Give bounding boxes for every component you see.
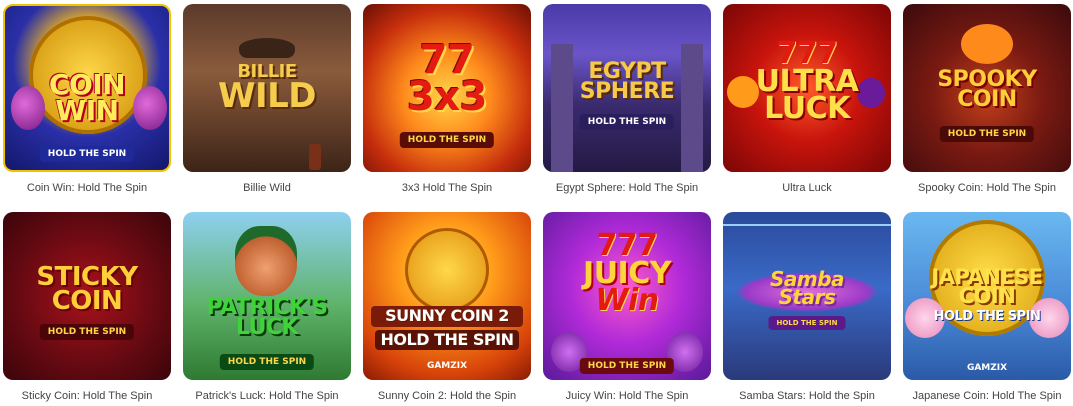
logo-line: SPHERE xyxy=(579,79,675,105)
logo-line: LUCK xyxy=(235,315,299,341)
game-logo: 777 ULTRA LUCK xyxy=(723,39,891,127)
game-grid: COIN WIN HOLD THE SPIN Coin Win: Hold Th… xyxy=(0,0,1073,406)
game-title[interactable]: Samba Stars: Hold the Spin xyxy=(717,390,897,402)
logo-line: Win xyxy=(595,283,659,319)
game-thumbnail[interactable]: SPOOKY COIN HOLD THE SPIN xyxy=(903,4,1071,172)
hold-the-spin-badge: HOLD THE SPIN xyxy=(939,126,1035,142)
game-logo: SPOOKY COIN xyxy=(903,68,1071,113)
game-title[interactable]: Patrick's Luck: Hold The Spin xyxy=(177,390,357,402)
gamzix-brand-badge: GAMZIX xyxy=(426,361,468,371)
logo-line: WILD xyxy=(217,75,317,116)
game-logo: SUNNY COIN 2 HOLD THE SPIN xyxy=(363,306,531,351)
game-thumbnail[interactable]: EGYPT SPHERE HOLD THE SPIN xyxy=(543,4,711,172)
game-tile-patricks-luck[interactable]: PATRICK'S LUCK HOLD THE SPIN Patrick's L… xyxy=(183,212,351,402)
game-logo: STICKY COIN xyxy=(3,264,171,316)
game-thumbnail[interactable]: Samba Stars HOLD THE SPIN xyxy=(723,212,891,380)
game-tile-samba-stars[interactable]: Samba Stars HOLD THE SPIN Samba Stars: H… xyxy=(723,212,891,402)
game-logo: JAPANESE COIN HOLD THE SPIN xyxy=(903,266,1071,324)
logo-line: COIN xyxy=(958,284,1016,309)
game-title[interactable]: Japanese Coin: Hold The Spin xyxy=(897,390,1073,402)
hold-the-spin-badge: HOLD THE SPIN xyxy=(39,146,135,162)
game-thumbnail[interactable]: COIN WIN HOLD THE SPIN xyxy=(3,4,171,172)
hold-the-spin-badge: HOLD THE SPIN xyxy=(219,354,315,370)
hold-the-spin-badge: HOLD THE SPIN xyxy=(579,358,675,374)
game-thumbnail[interactable]: STICKY COIN HOLD THE SPIN xyxy=(3,212,171,380)
hold-the-spin-badge: HOLD THE SPIN xyxy=(399,132,495,148)
game-tile-spooky-coin[interactable]: SPOOKY COIN HOLD THE SPIN Spooky Coin: H… xyxy=(903,4,1071,194)
hold-the-spin-badge: HOLD THE SPIN xyxy=(768,316,846,330)
pumpkin-art xyxy=(961,24,1013,64)
horse-coin-art xyxy=(405,228,489,312)
game-title[interactable]: Juicy Win: Hold The Spin xyxy=(537,390,717,402)
game-tile-juicy-win[interactable]: 777 JUICY Win HOLD THE SPIN Juicy Win: H… xyxy=(543,212,711,402)
cowboy-hat-art xyxy=(239,38,295,58)
logo-line: LUCK xyxy=(764,91,850,127)
game-title[interactable]: Spooky Coin: Hold The Spin xyxy=(897,182,1073,194)
logo-line: COIN xyxy=(957,87,1017,113)
game-thumbnail[interactable]: SUNNY COIN 2 HOLD THE SPIN GAMZIX xyxy=(363,212,531,380)
game-thumbnail[interactable]: PATRICK'S LUCK HOLD THE SPIN xyxy=(183,212,351,380)
game-title[interactable]: Sunny Coin 2: Hold the Spin xyxy=(357,390,537,402)
game-title[interactable]: Egypt Sphere: Hold The Spin xyxy=(537,182,717,194)
logo-line: Stars xyxy=(778,285,836,310)
game-thumbnail[interactable]: BILLIE WILD xyxy=(183,4,351,172)
string-lights-art xyxy=(723,224,891,226)
logo-line: HOLD THE SPIN xyxy=(375,329,519,351)
game-thumbnail[interactable]: 77 3x3 HOLD THE SPIN xyxy=(363,4,531,172)
game-tile-coin-win[interactable]: COIN WIN HOLD THE SPIN Coin Win: Hold Th… xyxy=(3,4,171,194)
game-thumbnail[interactable]: 777 ULTRA LUCK xyxy=(723,4,891,172)
game-logo: 77 3x3 xyxy=(363,40,531,120)
game-tile-3x3[interactable]: 77 3x3 HOLD THE SPIN 3x3 Hold The Spin xyxy=(363,4,531,194)
game-logo: 777 JUICY Win xyxy=(543,231,711,319)
game-tile-egypt-sphere[interactable]: EGYPT SPHERE HOLD THE SPIN Egypt Sphere:… xyxy=(543,4,711,194)
game-title[interactable]: Coin Win: Hold The Spin xyxy=(0,182,177,194)
leprechaun-art xyxy=(235,226,297,296)
logo-line: 3x3 xyxy=(407,73,487,120)
game-title[interactable]: Sticky Coin: Hold The Spin xyxy=(0,390,177,402)
game-thumbnail[interactable]: 777 JUICY Win HOLD THE SPIN xyxy=(543,212,711,380)
game-title[interactable]: 3x3 Hold The Spin xyxy=(357,182,537,194)
game-logo: EGYPT SPHERE xyxy=(543,60,711,105)
game-logo: PATRICK'S LUCK xyxy=(183,296,351,341)
game-logo: BILLIE WILD xyxy=(183,63,351,116)
game-tile-billie-wild[interactable]: BILLIE WILD Billie Wild xyxy=(183,4,351,194)
game-logo: COIN WIN xyxy=(5,71,169,127)
game-tile-ultra-luck[interactable]: 777 ULTRA LUCK Ultra Luck xyxy=(723,4,891,194)
gamzix-brand-badge: GAMZIX xyxy=(966,363,1008,373)
game-title[interactable]: Ultra Luck xyxy=(717,182,897,194)
logo-line: WIN xyxy=(55,93,119,127)
hold-the-spin-badge: HOLD THE SPIN xyxy=(39,324,135,340)
logo-line: COIN xyxy=(51,285,123,316)
game-title[interactable]: Billie Wild xyxy=(177,182,357,194)
game-tile-sunny-coin-2[interactable]: SUNNY COIN 2 HOLD THE SPIN GAMZIX Sunny … xyxy=(363,212,531,402)
game-tile-japanese-coin[interactable]: JAPANESE COIN HOLD THE SPIN GAMZIX Japan… xyxy=(903,212,1071,402)
game-logo: Samba Stars xyxy=(723,269,891,310)
game-tile-sticky-coin[interactable]: STICKY COIN HOLD THE SPIN Sticky Coin: H… xyxy=(3,212,171,402)
logo-line: SUNNY COIN 2 xyxy=(371,306,523,327)
hold-the-spin-badge: HOLD THE SPIN xyxy=(579,114,675,130)
game-thumbnail[interactable]: JAPANESE COIN HOLD THE SPIN GAMZIX xyxy=(903,212,1071,380)
bottle-art xyxy=(309,144,321,170)
logo-line: HOLD THE SPIN xyxy=(933,308,1041,324)
